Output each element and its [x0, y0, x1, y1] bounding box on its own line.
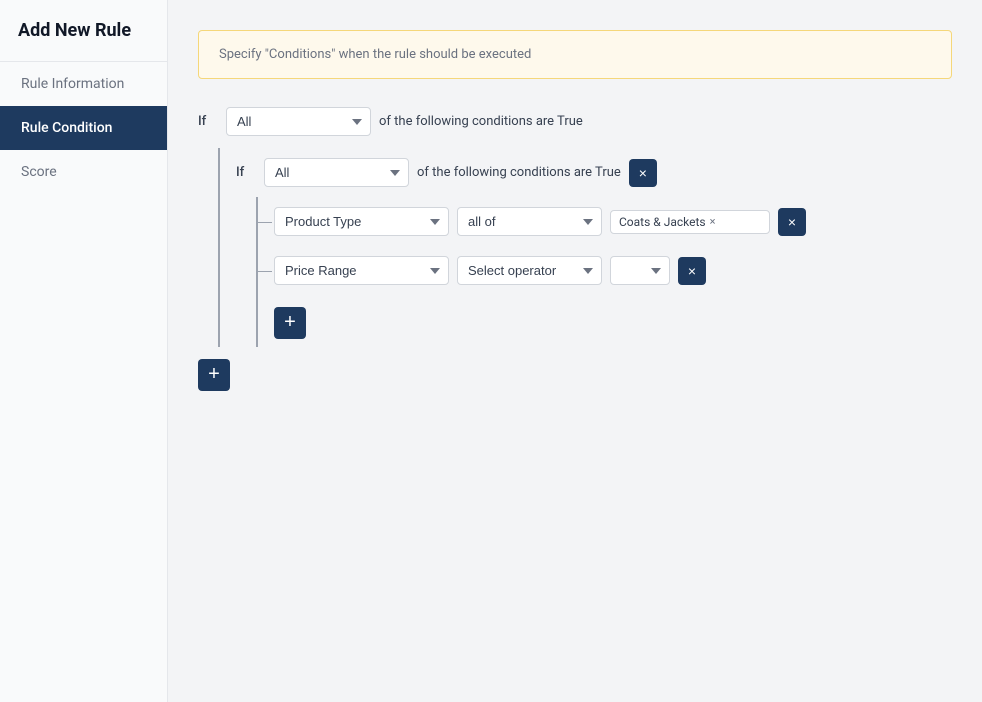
- coats-jackets-tag: Coats & Jackets ×: [619, 215, 715, 229]
- rule-condition-section: If All Any of the following conditions a…: [198, 107, 952, 391]
- sidebar-item-rule-condition[interactable]: Rule Condition: [0, 106, 167, 150]
- outer-conditions-text: of the following conditions are True: [379, 114, 583, 129]
- product-type-field-select[interactable]: Product Type: [274, 207, 449, 236]
- nested-all-select[interactable]: All Any: [264, 158, 409, 187]
- condition-row-price-range: Price Range Select operator equals great…: [258, 246, 952, 295]
- nested-add-row: +: [258, 295, 952, 347]
- outer-add-condition-button[interactable]: +: [198, 359, 230, 391]
- info-box: Specify "Conditions" when the rule shoul…: [198, 30, 952, 79]
- price-range-field-select[interactable]: Price Range: [274, 256, 449, 285]
- page-title: Add New Rule: [0, 0, 167, 61]
- price-range-mini-select[interactable]: [610, 256, 670, 285]
- sidebar-item-score[interactable]: Score: [0, 150, 167, 194]
- product-type-tag-input[interactable]: Coats & Jackets ×: [610, 210, 770, 234]
- main-content: Specify "Conditions" when the rule shoul…: [168, 0, 982, 702]
- outer-add-row: +: [198, 359, 952, 391]
- condition-row-product-type: Product Type all of any of none of Coats…: [258, 197, 952, 246]
- sidebar-item-rule-information[interactable]: Rule Information: [0, 62, 167, 106]
- nested-remove-button[interactable]: ×: [629, 159, 657, 187]
- nested-if-label: If: [236, 165, 256, 180]
- sidebar: Add New Rule Rule Information Rule Condi…: [0, 0, 168, 702]
- conditions-container: Product Type all of any of none of Coats…: [256, 197, 952, 347]
- nested-if-row: If All Any of the following conditions a…: [220, 148, 952, 197]
- nested-add-condition-button[interactable]: +: [274, 307, 306, 339]
- product-type-operator-select[interactable]: all of any of none of: [457, 207, 602, 236]
- outer-if-label: If: [198, 114, 218, 129]
- price-range-operator-select[interactable]: Select operator equals greater than less…: [457, 256, 602, 285]
- nested-block: If All Any of the following conditions a…: [218, 148, 952, 347]
- product-type-remove-button[interactable]: ×: [778, 208, 806, 236]
- nested-conditions-text: of the following conditions are True: [417, 165, 621, 180]
- price-range-remove-button[interactable]: ×: [678, 257, 706, 285]
- coats-jackets-tag-remove[interactable]: ×: [710, 215, 716, 228]
- outer-all-select[interactable]: All Any: [226, 107, 371, 136]
- outer-if-row: If All Any of the following conditions a…: [198, 107, 952, 136]
